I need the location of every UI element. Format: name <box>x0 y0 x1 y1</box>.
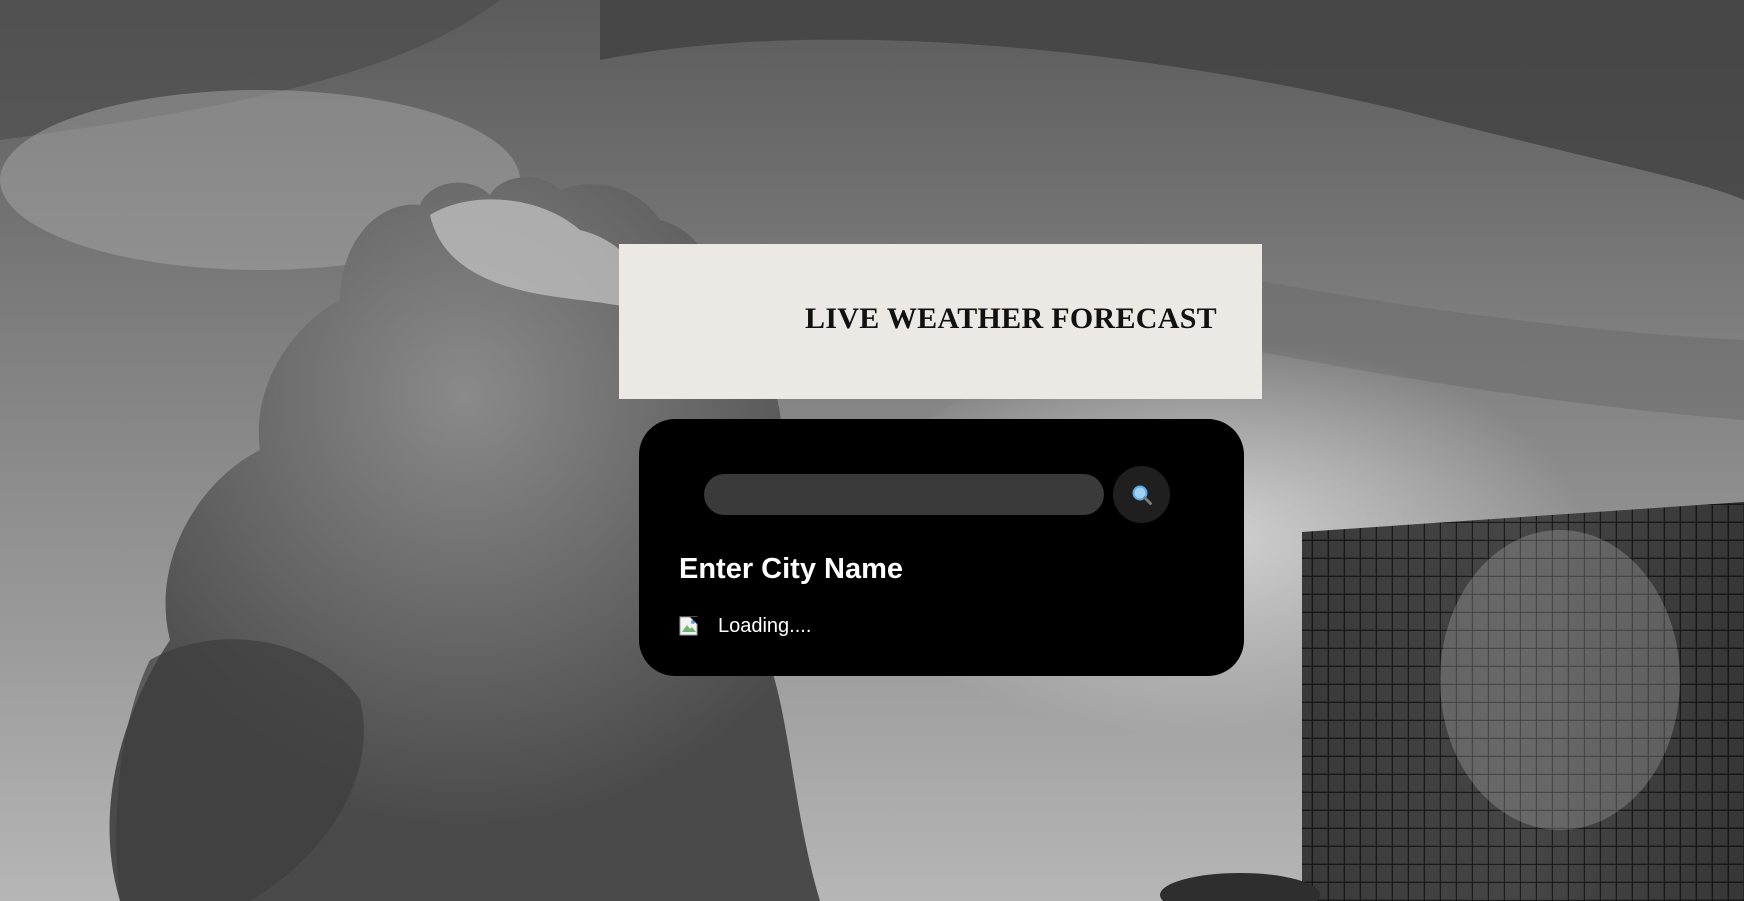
broken-image-icon <box>679 616 699 636</box>
search-icon <box>1132 485 1152 505</box>
page-title: LIVE WEATHER FORECAST <box>805 302 1217 335</box>
weather-card: Enter City Name Loading.... <box>639 419 1244 676</box>
weather-status-row: Loading.... <box>679 615 811 637</box>
loading-status-text: Loading.... <box>718 614 812 637</box>
city-name-heading: Enter City Name <box>679 553 904 585</box>
search-button[interactable] <box>1113 466 1170 523</box>
city-search-input[interactable] <box>704 474 1104 515</box>
header-banner: LIVE WEATHER FORECAST <box>619 244 1262 399</box>
